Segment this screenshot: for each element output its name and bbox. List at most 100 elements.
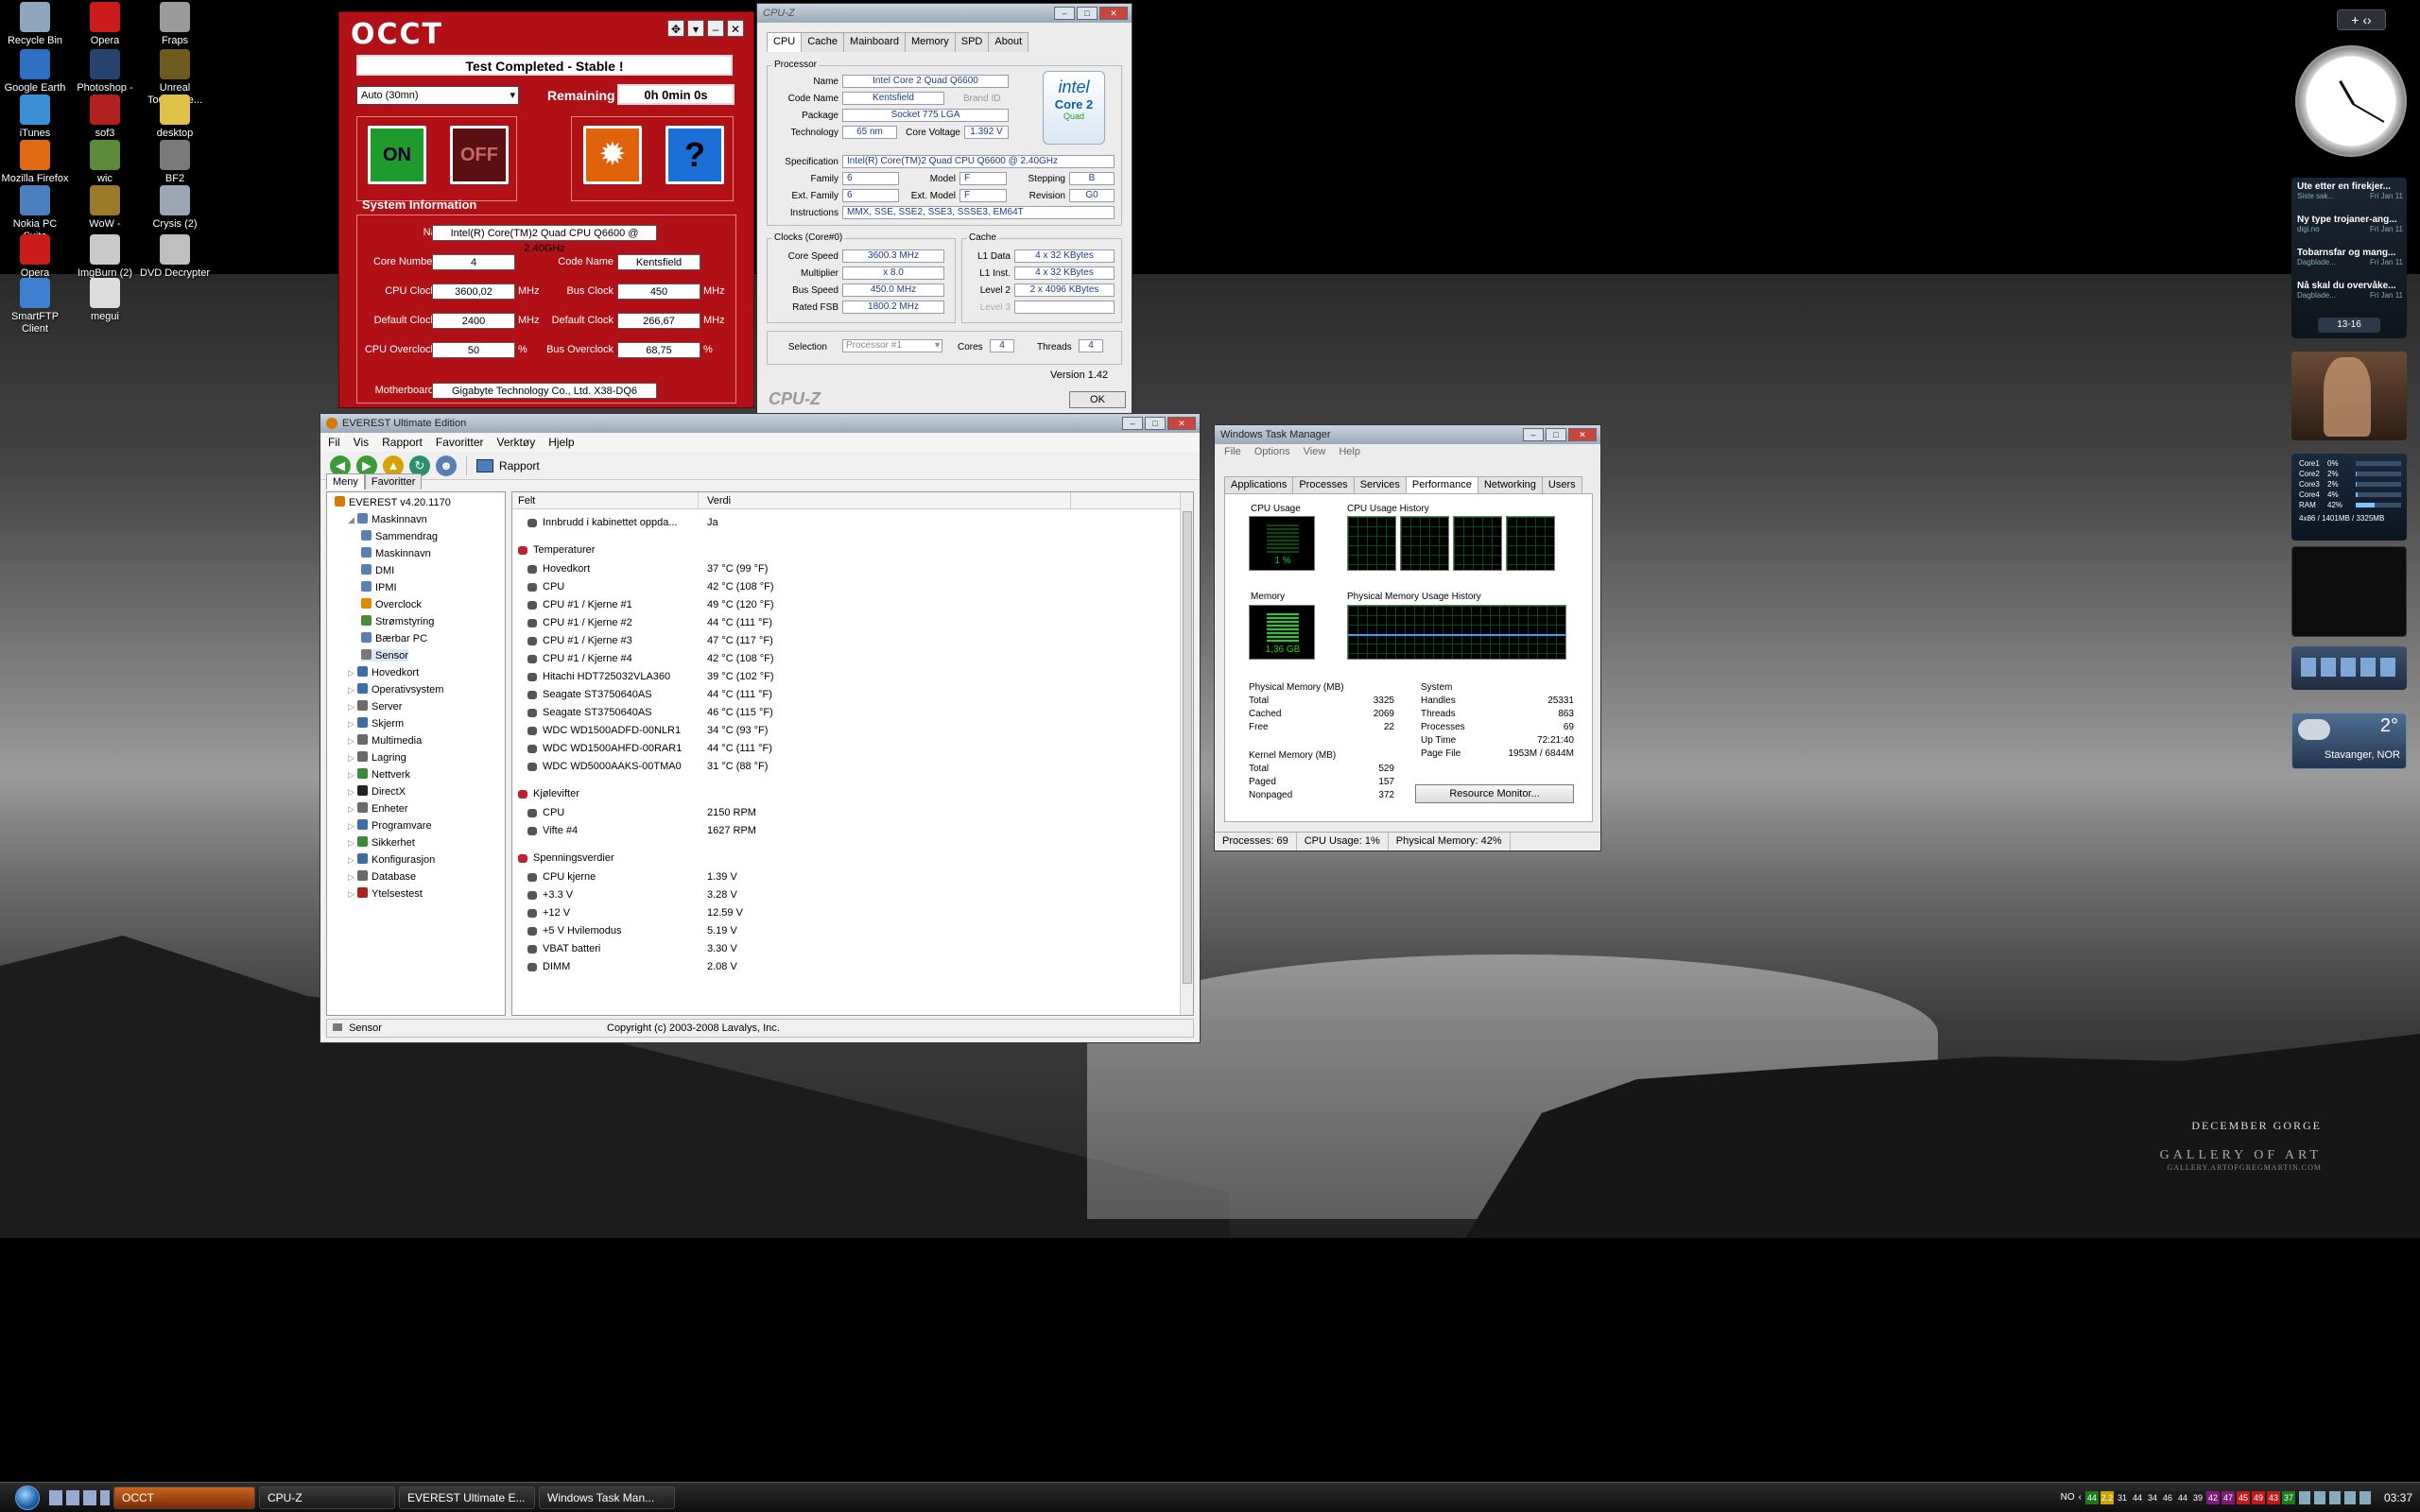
tab-applications[interactable]: Applications — [1224, 476, 1294, 494]
desktop-icon-firefox[interactable]: Mozilla Firefox — [0, 140, 70, 185]
tree-item[interactable]: ▷ Lagring — [348, 751, 406, 764]
launcher-icons[interactable] — [2301, 658, 2395, 677]
tab-about[interactable]: About — [988, 32, 1029, 52]
desktop-icon-wow[interactable]: WoW - — [70, 185, 140, 231]
expand-icon[interactable]: ▷ — [348, 702, 357, 713]
tree-item[interactable]: ▷ Nettverk — [348, 768, 410, 781]
menu-item[interactable]: Hjelp — [548, 436, 574, 449]
expand-icon[interactable]: ▷ — [348, 838, 357, 849]
tab-menu[interactable]: Meny — [326, 473, 365, 490]
start-button[interactable] — [15, 1485, 40, 1510]
desktop-icon-folder[interactable]: desktop — [140, 94, 210, 140]
tree-item[interactable]: Maskinnavn — [361, 547, 431, 559]
tree-item[interactable]: Strømstyring — [361, 615, 434, 627]
close-button[interactable]: ✕ — [1099, 7, 1128, 20]
tree-item[interactable]: ▷ Database — [348, 870, 416, 883]
feed-item[interactable]: Ute etter en firekjer... Siste sak... Fri … — [2297, 181, 2403, 200]
expand-icon[interactable]: ▷ — [348, 889, 357, 900]
desktop-icon-megui[interactable]: megui — [70, 278, 140, 323]
menu-item[interactable]: Help — [1339, 446, 1360, 459]
tree-item[interactable]: ▷ Sikkerhet — [348, 836, 415, 849]
tab-processes[interactable]: Processes — [1292, 476, 1355, 494]
menu-item[interactable]: Favoritter — [436, 436, 484, 449]
tab-users[interactable]: Users — [1541, 476, 1582, 494]
tree-item[interactable]: ◢ Maskinnavn — [348, 513, 427, 525]
menu-item[interactable]: Rapport — [382, 436, 423, 449]
tray-temp[interactable]: 45 — [2236, 1490, 2250, 1504]
vertical-scrollbar[interactable] — [1180, 492, 1193, 1015]
tray-temp[interactable]: 46 — [2160, 1490, 2174, 1504]
expand-icon[interactable]: ◢ — [348, 515, 357, 525]
tree-item[interactable]: ▷ Multimedia — [348, 734, 422, 747]
tray-temp[interactable]: 44 — [2175, 1490, 2189, 1504]
desktop-icon-itunes[interactable]: iTunes — [0, 94, 70, 140]
tab-memory[interactable]: Memory — [905, 32, 956, 52]
tree-item[interactable]: ▷ Enheter — [348, 802, 408, 815]
maximize-button[interactable]: □ — [1077, 7, 1098, 20]
tree-item[interactable]: ▷ Server — [348, 700, 402, 713]
menu-item[interactable]: Fil — [328, 436, 340, 449]
minimize-button[interactable]: – — [1122, 417, 1143, 430]
tree-item[interactable]: Bærbar PC — [361, 632, 427, 644]
weather-gadget[interactable]: 2° Stavanger, NOR — [2291, 713, 2407, 769]
clock[interactable]: 03:37 — [2384, 1491, 2412, 1504]
taskbar-button[interactable]: EVEREST Ultimate E... — [399, 1486, 535, 1509]
expand-icon[interactable]: ▷ — [348, 719, 357, 730]
expand-icon[interactable]: ▷ — [348, 736, 357, 747]
users-icon[interactable]: ☻ — [436, 455, 457, 476]
tree-item[interactable]: Sammendrag — [361, 530, 438, 542]
tab-spd[interactable]: SPD — [954, 32, 990, 52]
tab-mainboard[interactable]: Mainboard — [843, 32, 907, 52]
on-button[interactable]: ON — [368, 126, 426, 184]
desktop-icon-opera[interactable]: Opera — [70, 2, 140, 47]
col-field-header[interactable]: Felt — [518, 495, 535, 507]
tree-item[interactable]: ▷ Operativsystem — [348, 683, 443, 696]
feed-item[interactable]: Nå skal du overvåke... Dagblade... Fri Jan… — [2297, 281, 2403, 300]
close-button[interactable]: ✕ — [727, 20, 744, 37]
tray-temp[interactable]: 42 — [2205, 1490, 2220, 1504]
tree-item[interactable]: ▷ DirectX — [348, 785, 406, 798]
desktop-icon-recycle-bin[interactable]: Recycle Bin — [0, 2, 70, 47]
menu-item[interactable]: File — [1224, 446, 1241, 459]
menu-item[interactable]: View — [1304, 446, 1326, 459]
tree-item[interactable]: ▷ Skjerm — [348, 717, 404, 730]
tray-temp[interactable]: 49 — [2251, 1490, 2265, 1504]
maximize-button[interactable]: □ — [1145, 417, 1166, 430]
close-button[interactable]: ✕ — [1568, 428, 1597, 441]
desktop-icon-dvd[interactable]: DVD Decrypter — [140, 234, 210, 280]
close-button[interactable]: ✕ — [1167, 417, 1196, 430]
desktop-icon-smartftp[interactable]: SmartFTP Client — [0, 278, 70, 335]
tray-temp[interactable]: 44 — [2130, 1490, 2144, 1504]
tree-item[interactable]: ▷ Hovedkort — [348, 666, 419, 679]
desktop-icon-crysis[interactable]: Crysis (2) — [140, 185, 210, 231]
tray-temp[interactable]: 31 — [2115, 1490, 2129, 1504]
expand-icon[interactable]: ▷ — [348, 821, 357, 832]
minimize-button[interactable]: – — [1054, 7, 1075, 20]
expand-icon[interactable]: ▷ — [348, 872, 357, 883]
expand-icon[interactable]: ▷ — [348, 753, 357, 764]
chevron-down-icon[interactable]: ▾ — [687, 20, 704, 37]
desktop-icon-globe[interactable]: Google Earth — [0, 49, 70, 94]
tree-item[interactable]: Overclock — [361, 598, 422, 610]
taskbar-button[interactable]: OCCT — [113, 1486, 255, 1509]
desktop-icon-imgburn[interactable]: ImgBurn (2) — [70, 234, 140, 280]
report-button[interactable]: Rapport — [499, 459, 540, 472]
tree-item[interactable]: ▷ Programvare — [348, 819, 432, 832]
desktop-icon-wic[interactable]: wic — [70, 140, 140, 185]
desktop-icon-bf2[interactable]: BF2 — [140, 140, 210, 185]
expand-icon[interactable]: ▷ — [348, 855, 357, 866]
menu-item[interactable]: Vis — [354, 436, 369, 449]
tab-cpu[interactable]: CPU — [767, 32, 803, 52]
tray-temp[interactable]: 44 — [2084, 1490, 2099, 1504]
launcher-gadget[interactable] — [2291, 646, 2407, 690]
menu-item[interactable]: Verktøy — [497, 436, 536, 449]
desktop-icon-fraps[interactable]: Fraps — [140, 2, 210, 47]
tab-networking[interactable]: Networking — [1477, 476, 1543, 494]
feed-item[interactable]: Ny type trojaner-ang... digi.no Fri Jan 11 — [2297, 215, 2403, 233]
taskbar-button[interactable]: CPU-Z — [259, 1486, 395, 1509]
tab-favorites[interactable]: Favoritter — [364, 473, 423, 490]
tray-temp[interactable]: 37 — [2281, 1490, 2295, 1504]
desktop-icon-sof3[interactable]: sof3 — [70, 94, 140, 140]
maximize-button[interactable]: □ — [1546, 428, 1566, 441]
tray-temp[interactable]: 47 — [2221, 1490, 2235, 1504]
